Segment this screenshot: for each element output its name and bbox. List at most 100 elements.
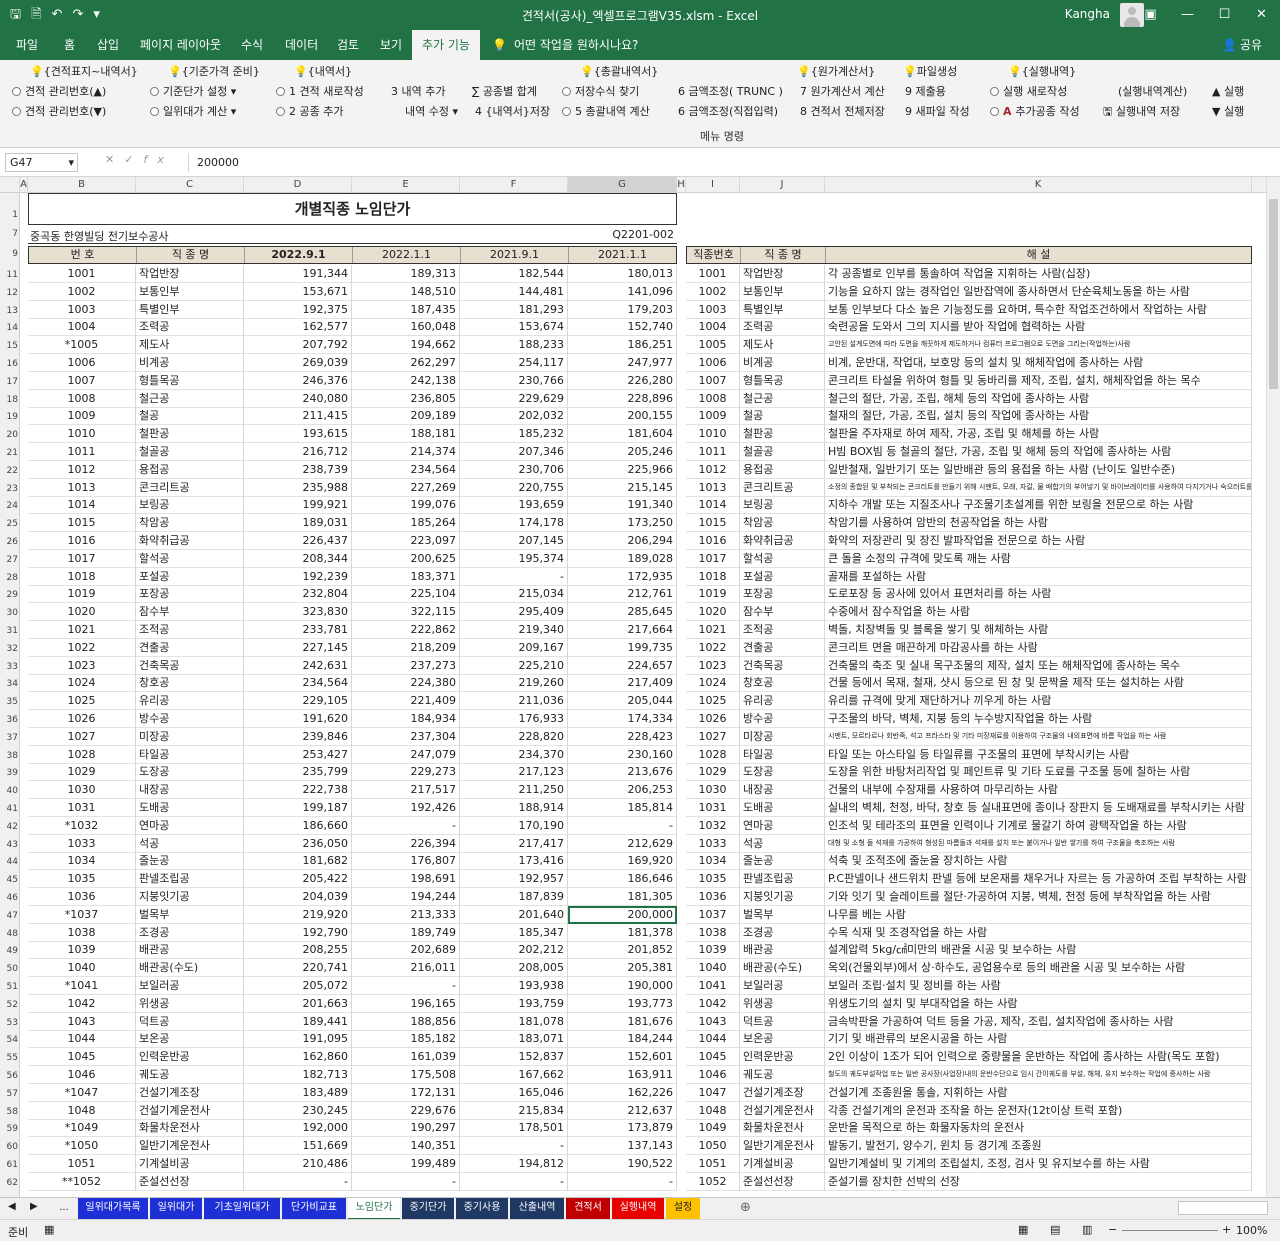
cell-2021-9-1[interactable]: 173,416 [460, 852, 568, 871]
row-header[interactable]: 18 [0, 394, 18, 406]
row-header[interactable]: 44 [0, 856, 18, 868]
row-header[interactable]: 11 [0, 269, 18, 281]
cell-description[interactable]: 철근의 절단, 가공, 조립, 해체 등의 작업에 종사하는 사람 [825, 389, 1252, 408]
tab-formulas[interactable]: 수식 [241, 30, 263, 60]
cell-2021-9-1[interactable]: 211,250 [460, 781, 568, 800]
cell-trade-number[interactable]: 1042 [686, 994, 740, 1013]
row-header[interactable]: 62 [0, 1177, 18, 1189]
cell-trade-number[interactable]: 1051 [686, 1155, 740, 1173]
cell-trade-name[interactable]: 도배공 [136, 799, 244, 817]
cell-2021-9-1[interactable]: 217,123 [460, 763, 568, 782]
cell-number[interactable]: 1010 [28, 425, 136, 444]
tab-review[interactable]: 검토 [337, 30, 359, 60]
tab-data[interactable]: 데이터 [285, 30, 318, 60]
cell-2022-1-1[interactable]: 234,564 [352, 460, 460, 479]
cell-trade-name[interactable]: 조적공 [136, 621, 244, 639]
cell-trade-name[interactable]: 도장공 [740, 763, 825, 782]
new-estimate-button[interactable]: 1 견적 새로작성 [276, 85, 364, 99]
row-header[interactable]: 55 [0, 1052, 18, 1064]
cell-description[interactable]: 타일 또는 아스타일 등 타일류를 구조물의 표면에 부착시키는 사람 [825, 745, 1252, 764]
cell-2021-1-1[interactable]: 224,657 [568, 656, 677, 675]
cell-trade-name[interactable]: 철근공 [136, 389, 244, 408]
row-header[interactable]: 17 [0, 376, 18, 388]
column-header-b[interactable]: B [28, 177, 136, 193]
cell-trade-number[interactable]: 1034 [686, 852, 740, 871]
cell-number[interactable]: 1020 [28, 603, 136, 622]
cell-trade-name[interactable]: 판넬조립공 [136, 870, 244, 889]
cell-2022-9-1[interactable]: 162,577 [244, 318, 352, 337]
cell-trade-name[interactable]: 화물차운전사 [136, 1119, 244, 1138]
tab-view[interactable]: 보기 [380, 30, 402, 60]
cell-trade-name[interactable]: 특별인부 [740, 300, 825, 319]
cell-2022-9-1[interactable]: 240,080 [244, 389, 352, 408]
cell-number[interactable]: **1052 [28, 1172, 136, 1191]
zoom-in-icon[interactable]: + [1222, 1223, 1231, 1236]
cell-number[interactable]: 1035 [28, 870, 136, 889]
cell-2021-1-1[interactable]: 184,244 [568, 1030, 677, 1049]
cell-2022-1-1[interactable]: 184,934 [352, 710, 460, 728]
cell-2022-9-1[interactable]: 193,615 [244, 425, 352, 444]
cell-trade-name[interactable]: 보일러공 [136, 977, 244, 995]
header-2022-9-1[interactable]: 2022.9.1 [245, 247, 353, 263]
cell-2022-9-1[interactable]: 162,860 [244, 1048, 352, 1067]
cell-trade-name[interactable]: 내장공 [136, 781, 244, 800]
cell-description[interactable]: 수목 식재 및 조경작업을 하는 사람 [825, 923, 1252, 942]
cell-2021-9-1[interactable]: 219,340 [460, 621, 568, 639]
cell-description[interactable]: 실내의 벽체, 천정, 바닥, 창호 등 실내표면에 종이나 장판지 등 도배재… [825, 799, 1252, 817]
cell-2022-1-1[interactable]: 225,104 [352, 585, 460, 604]
row-header[interactable]: 21 [0, 447, 18, 459]
cell-description[interactable]: 기능을 요하지 않는 경작업인 일반잡역에 종사하면서 단순육체노동을 하는 사… [825, 282, 1252, 301]
cell-2021-1-1[interactable]: 247,977 [568, 354, 677, 372]
column-header-j[interactable]: J [740, 177, 825, 193]
row-header[interactable]: 61 [0, 1159, 18, 1171]
cell-trade-number[interactable]: 1026 [686, 710, 740, 728]
cell-2022-1-1[interactable]: 221,409 [352, 692, 460, 711]
cell-2022-9-1[interactable]: 235,799 [244, 763, 352, 782]
cell-trade-number[interactable]: 1028 [686, 745, 740, 764]
cell-2021-1-1[interactable]: 205,044 [568, 692, 677, 711]
cell-2022-1-1[interactable]: 218,209 [352, 638, 460, 657]
cell-2022-1-1[interactable]: 189,313 [352, 265, 460, 283]
cell-2022-9-1[interactable]: 219,920 [244, 905, 352, 924]
cell-description[interactable]: 철재의 절단, 가공, 조립, 설치 등의 작업에 종사하는 사람 [825, 407, 1252, 426]
cell-2022-1-1[interactable]: 175,508 [352, 1066, 460, 1084]
cell-2022-1-1[interactable]: 237,273 [352, 656, 460, 675]
cell-trade-number[interactable]: 1041 [686, 977, 740, 995]
cell-2022-1-1[interactable]: 148,510 [352, 282, 460, 301]
cell-number[interactable]: 1024 [28, 674, 136, 693]
cell-2021-9-1[interactable]: 225,210 [460, 656, 568, 675]
cell-2022-1-1[interactable]: 185,264 [352, 514, 460, 533]
cell-trade-name[interactable]: 창호공 [740, 674, 825, 693]
column-header-h[interactable]: H [677, 177, 686, 193]
cell-number[interactable]: 1042 [28, 994, 136, 1013]
zoom-out-icon[interactable]: − [1108, 1223, 1117, 1236]
cell-2021-9-1[interactable]: 194,812 [460, 1155, 568, 1173]
cell-2021-1-1[interactable]: 201,852 [568, 941, 677, 960]
cell-trade-name[interactable]: 작업반장 [136, 265, 244, 283]
cell-2022-1-1[interactable]: 213,333 [352, 905, 460, 924]
cell-2022-9-1[interactable]: 183,489 [244, 1083, 352, 1102]
cell-2022-1-1[interactable]: - [352, 816, 460, 835]
cell-trade-name[interactable]: 화물차운전사 [740, 1119, 825, 1138]
cell-2022-1-1[interactable]: 200,625 [352, 549, 460, 568]
cell-description[interactable]: 옥외(건물외부)에서 상·하수도, 공업용수로 등의 배관을 시공 및 보수하는… [825, 959, 1252, 978]
row-header[interactable]: 24 [0, 500, 18, 512]
row-header[interactable]: 40 [0, 785, 18, 797]
sheet-tab[interactable]: 기초일위대가 [204, 1198, 280, 1220]
unit-price-calc-button[interactable]: 일위대가 계산 ▾ [150, 105, 236, 119]
cell-trade-number[interactable]: 1011 [686, 443, 740, 461]
cell-2022-1-1[interactable]: 223,097 [352, 532, 460, 550]
cell-2022-1-1[interactable]: 216,011 [352, 959, 460, 978]
row-header[interactable]: 46 [0, 892, 18, 904]
cell-2022-9-1[interactable]: 234,564 [244, 674, 352, 693]
page-break-view-icon[interactable]: ▥ [1082, 1223, 1092, 1236]
cell-2022-9-1[interactable]: 230,245 [244, 1101, 352, 1120]
cell-trade-name[interactable]: 방수공 [136, 710, 244, 728]
cell-description[interactable]: 나무를 베는 사람 [825, 905, 1252, 924]
cell-number[interactable]: 1021 [28, 621, 136, 639]
cell-2022-1-1[interactable]: 229,273 [352, 763, 460, 782]
cell-2021-9-1[interactable]: 176,933 [460, 710, 568, 728]
cell-2022-9-1[interactable]: 211,415 [244, 407, 352, 426]
cell-2021-9-1[interactable]: 185,347 [460, 923, 568, 942]
cell-trade-number[interactable]: 1033 [686, 834, 740, 853]
